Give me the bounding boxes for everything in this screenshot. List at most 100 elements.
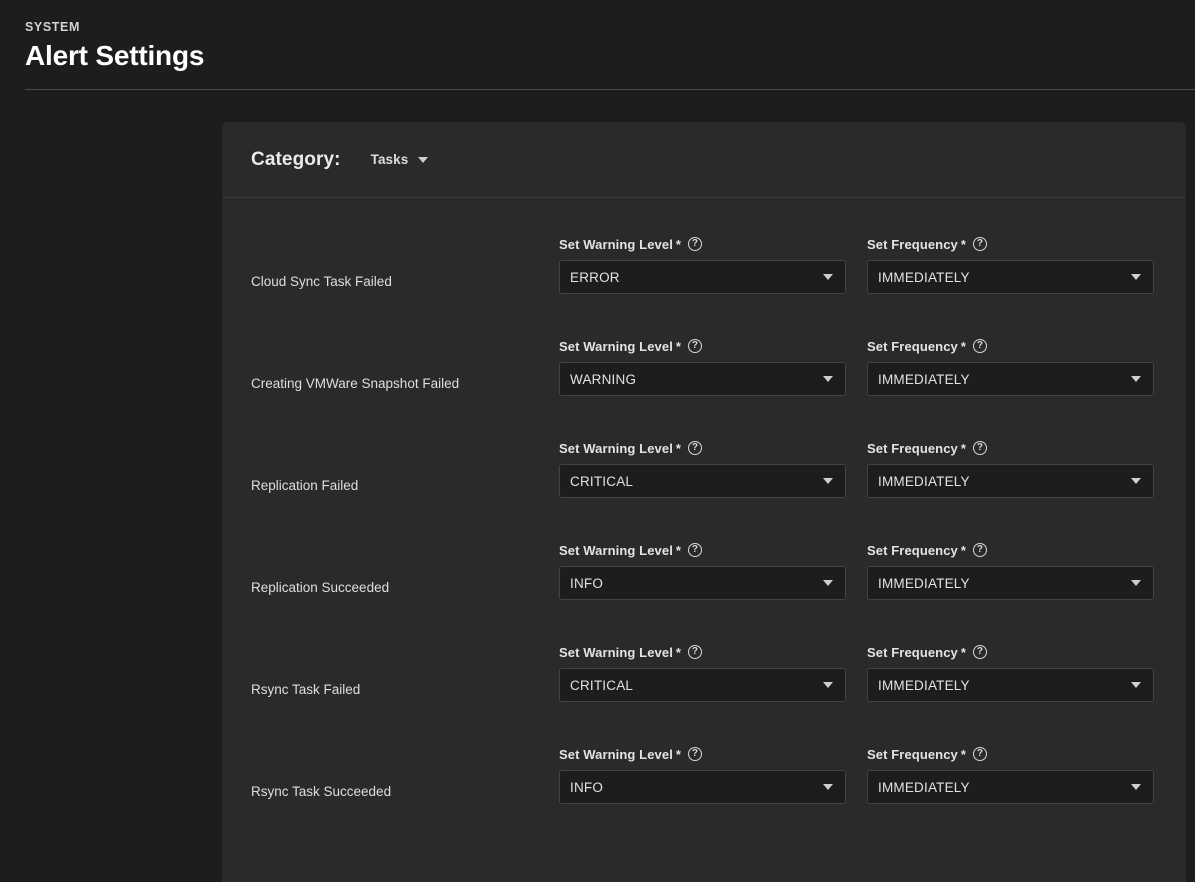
warning-level-field: Set Warning Level*? WARNING: [559, 338, 846, 406]
required-marker: *: [961, 543, 966, 558]
alert-name: Creating VMWare Snapshot Failed: [251, 376, 559, 406]
help-circle-icon[interactable]: ?: [973, 747, 987, 761]
warning-level-field: Set Warning Level*? INFO: [559, 542, 846, 610]
chevron-down-icon: [1131, 682, 1141, 688]
frequency-field: Set Frequency*? IMMEDIATELY: [867, 644, 1154, 712]
page-title: Alert Settings: [25, 40, 204, 72]
select-value: ERROR: [570, 270, 620, 285]
frequency-label: Set Frequency*?: [867, 644, 1154, 660]
field-label-text: Set Frequency: [867, 441, 958, 456]
breadcrumb-system: SYSTEM: [25, 20, 80, 34]
alert-row: Rsync Task Failed Set Warning Level*? CRIT…: [222, 610, 1186, 712]
select-value: INFO: [570, 576, 603, 591]
chevron-down-icon: [1131, 478, 1141, 484]
warning-level-select[interactable]: CRITICAL: [559, 668, 846, 702]
chevron-down-icon: [1131, 376, 1141, 382]
frequency-select[interactable]: IMMEDIATELY: [867, 464, 1154, 498]
alert-name: Replication Failed: [251, 478, 559, 508]
frequency-select[interactable]: IMMEDIATELY: [867, 668, 1154, 702]
select-value: CRITICAL: [570, 678, 633, 693]
warning-level-label: Set Warning Level*?: [559, 338, 846, 354]
warning-level-field: Set Warning Level*? ERROR: [559, 236, 846, 304]
chevron-down-icon: [823, 274, 833, 280]
select-value: IMMEDIATELY: [878, 270, 970, 285]
alert-settings-card: Category: Tasks Cloud Sync Task FailedSe…: [222, 122, 1186, 882]
required-marker: *: [676, 543, 681, 558]
chevron-down-icon: [823, 376, 833, 382]
chevron-down-icon: [823, 580, 833, 586]
warning-level-select[interactable]: INFO: [559, 566, 846, 600]
required-marker: *: [676, 747, 681, 762]
help-circle-icon[interactable]: ?: [688, 645, 702, 659]
help-circle-icon[interactable]: ?: [688, 441, 702, 455]
select-value: IMMEDIATELY: [878, 474, 970, 489]
alert-row: Cloud Sync Task FailedSet Warning Level*…: [222, 202, 1186, 304]
select-value: IMMEDIATELY: [878, 576, 970, 591]
required-marker: *: [676, 339, 681, 354]
warning-level-select[interactable]: INFO: [559, 770, 846, 804]
warning-level-label: Set Warning Level*?: [559, 746, 846, 762]
frequency-label: Set Frequency*?: [867, 338, 1154, 354]
frequency-label: Set Frequency*?: [867, 236, 1154, 252]
field-label-text: Set Warning Level: [559, 543, 673, 558]
frequency-select[interactable]: IMMEDIATELY: [867, 260, 1154, 294]
alert-name: Cloud Sync Task Failed: [251, 274, 559, 304]
chevron-down-icon: [1131, 784, 1141, 790]
frequency-select[interactable]: IMMEDIATELY: [867, 566, 1154, 600]
help-circle-icon[interactable]: ?: [973, 543, 987, 557]
warning-level-label: Set Warning Level*?: [559, 440, 846, 456]
chevron-down-icon: [1131, 580, 1141, 586]
help-circle-icon[interactable]: ?: [688, 747, 702, 761]
alert-row: Creating VMWare Snapshot FailedSet Warni…: [222, 304, 1186, 406]
select-value: INFO: [570, 780, 603, 795]
alert-row: Replication Failed Set Warning Level*? CRI…: [222, 406, 1186, 508]
frequency-label: Set Frequency*?: [867, 440, 1154, 456]
alert-name: Replication Succeeded: [251, 580, 559, 610]
warning-level-label: Set Warning Level*?: [559, 644, 846, 660]
warning-level-field: Set Warning Level*? CRITICAL: [559, 440, 846, 508]
help-circle-icon[interactable]: ?: [973, 645, 987, 659]
required-marker: *: [676, 441, 681, 456]
required-marker: *: [676, 237, 681, 252]
warning-level-select[interactable]: ERROR: [559, 260, 846, 294]
select-value: IMMEDIATELY: [878, 372, 970, 387]
chevron-down-icon: [823, 784, 833, 790]
help-circle-icon[interactable]: ?: [688, 543, 702, 557]
field-label-text: Set Frequency: [867, 237, 958, 252]
chevron-down-icon: [1131, 274, 1141, 280]
select-value: IMMEDIATELY: [878, 780, 970, 795]
warning-level-select[interactable]: WARNING: [559, 362, 846, 396]
category-value: Tasks: [371, 152, 409, 167]
required-marker: *: [961, 747, 966, 762]
select-value: WARNING: [570, 372, 636, 387]
warning-level-label: Set Warning Level*?: [559, 542, 846, 558]
help-circle-icon[interactable]: ?: [688, 339, 702, 353]
frequency-field: Set Frequency*? IMMEDIATELY: [867, 338, 1154, 406]
field-label-text: Set Warning Level: [559, 339, 673, 354]
warning-level-field: Set Warning Level*? INFO: [559, 746, 846, 814]
frequency-select[interactable]: IMMEDIATELY: [867, 362, 1154, 396]
page-header: SYSTEM Alert Settings: [0, 0, 1195, 92]
required-marker: *: [961, 237, 966, 252]
alert-rows: Cloud Sync Task FailedSet Warning Level*…: [222, 198, 1186, 814]
alert-name: Rsync Task Succeeded: [251, 784, 559, 814]
chevron-down-icon: [823, 682, 833, 688]
chevron-down-icon: [823, 478, 833, 484]
warning-level-label: Set Warning Level*?: [559, 236, 846, 252]
required-marker: *: [961, 645, 966, 660]
warning-level-select[interactable]: CRITICAL: [559, 464, 846, 498]
help-circle-icon[interactable]: ?: [973, 441, 987, 455]
help-circle-icon[interactable]: ?: [973, 339, 987, 353]
field-label-text: Set Frequency: [867, 747, 958, 762]
warning-level-field: Set Warning Level*? CRITICAL: [559, 644, 846, 712]
frequency-select[interactable]: IMMEDIATELY: [867, 770, 1154, 804]
help-circle-icon[interactable]: ?: [973, 237, 987, 251]
header-divider: [25, 89, 1195, 90]
required-marker: *: [676, 645, 681, 660]
help-circle-icon[interactable]: ?: [688, 237, 702, 251]
category-label: Category:: [251, 149, 341, 171]
frequency-label: Set Frequency*?: [867, 746, 1154, 762]
frequency-label: Set Frequency*?: [867, 542, 1154, 558]
alert-name: Rsync Task Failed: [251, 682, 559, 712]
category-dropdown[interactable]: Tasks: [369, 148, 431, 171]
